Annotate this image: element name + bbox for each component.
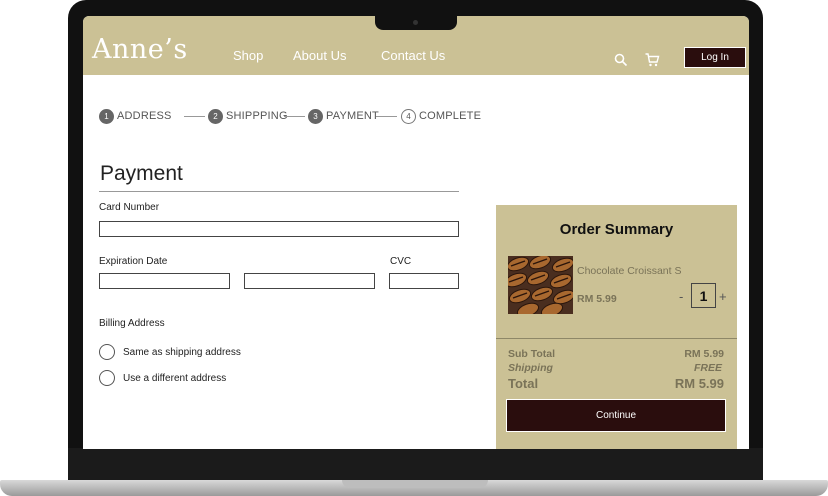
total-row: Total RM 5.99 bbox=[508, 376, 724, 391]
billing-option-same[interactable]: Same as shipping address bbox=[99, 344, 241, 360]
order-summary-title: Order Summary bbox=[559, 221, 674, 238]
radio-label: Same as shipping address bbox=[123, 346, 241, 358]
step-label: PAYMENT bbox=[326, 110, 379, 122]
camera-notch bbox=[375, 16, 457, 30]
expiration-year-input[interactable] bbox=[244, 273, 375, 289]
nav-link-contact-us[interactable]: Contact Us bbox=[381, 48, 445, 63]
quantity-value[interactable]: 1 bbox=[691, 283, 716, 308]
cart-icon[interactable] bbox=[644, 52, 660, 68]
camera-dot bbox=[413, 20, 418, 25]
step-label: SHIPPPING bbox=[226, 110, 288, 122]
step-number: 2 bbox=[208, 108, 223, 124]
billing-option-different[interactable]: Use a different address bbox=[99, 370, 226, 386]
logo[interactable]: Anne’s bbox=[92, 34, 188, 65]
step-number: 4 bbox=[401, 108, 416, 124]
step-label: COMPLETE bbox=[419, 110, 482, 122]
login-button[interactable]: Log In bbox=[684, 47, 746, 68]
nav-link-shop[interactable]: Shop bbox=[233, 48, 263, 63]
total-value: RM 5.99 bbox=[674, 376, 724, 391]
step-payment[interactable]: 3 PAYMENT bbox=[308, 108, 379, 124]
subtotal-row: Sub Total RM 5.99 bbox=[508, 348, 724, 360]
radio-button[interactable] bbox=[99, 370, 115, 386]
step-connector bbox=[284, 116, 305, 117]
shipping-label: Shipping bbox=[508, 362, 553, 374]
step-number: 3 bbox=[308, 108, 323, 124]
shipping-value: FREE bbox=[693, 362, 722, 374]
total-label: Total bbox=[508, 376, 539, 391]
shipping-row: Shipping FREE bbox=[508, 362, 722, 374]
search-icon[interactable] bbox=[613, 52, 629, 68]
subtotal-value: RM 5.99 bbox=[684, 348, 724, 360]
continue-button[interactable]: Continue bbox=[506, 399, 726, 432]
quantity-increase-button[interactable]: + bbox=[719, 289, 727, 304]
subtotal-label: Sub Total bbox=[508, 348, 556, 360]
screen: Anne’s Shop About Us Contact Us Log In 1… bbox=[83, 16, 749, 449]
product-name: Chocolate Croissant S bbox=[577, 265, 682, 277]
summary-divider bbox=[496, 338, 737, 339]
expiration-month-input[interactable] bbox=[99, 273, 230, 289]
cvc-input[interactable] bbox=[389, 273, 459, 289]
step-complete[interactable]: 4 COMPLETE bbox=[401, 108, 481, 124]
title-divider bbox=[99, 191, 459, 192]
radio-button[interactable] bbox=[99, 344, 115, 360]
radio-label: Use a different address bbox=[123, 372, 227, 384]
step-connector bbox=[376, 116, 397, 117]
quantity-decrease-button[interactable]: - bbox=[679, 289, 683, 304]
product-price: RM 5.99 bbox=[577, 293, 617, 305]
order-summary-panel: Order Summary Chocolate Croissant S RM 5… bbox=[496, 205, 737, 449]
card-number-input[interactable] bbox=[99, 221, 459, 237]
step-connector bbox=[184, 116, 205, 117]
nav-link-about-us[interactable]: About Us bbox=[293, 48, 346, 63]
step-shipping[interactable]: 2 SHIPPPING bbox=[208, 108, 288, 124]
step-address[interactable]: 1 ADDRESS bbox=[99, 108, 172, 124]
billing-address-label: Billing Address bbox=[99, 318, 165, 329]
checkout-stepper: 1 ADDRESS 2 SHIPPPING 3 PAYMENT 4 COMPLE… bbox=[99, 108, 481, 124]
product-image bbox=[508, 256, 573, 314]
step-number: 1 bbox=[99, 108, 114, 124]
laptop-hinge-notch bbox=[342, 480, 488, 488]
cvc-label: CVC bbox=[390, 256, 412, 267]
page-title: Payment bbox=[100, 162, 183, 185]
expiration-date-label: Expiration Date bbox=[99, 256, 168, 267]
step-label: ADDRESS bbox=[117, 110, 172, 122]
card-number-label: Card Number bbox=[99, 202, 160, 213]
laptop-bezel bbox=[68, 448, 763, 482]
